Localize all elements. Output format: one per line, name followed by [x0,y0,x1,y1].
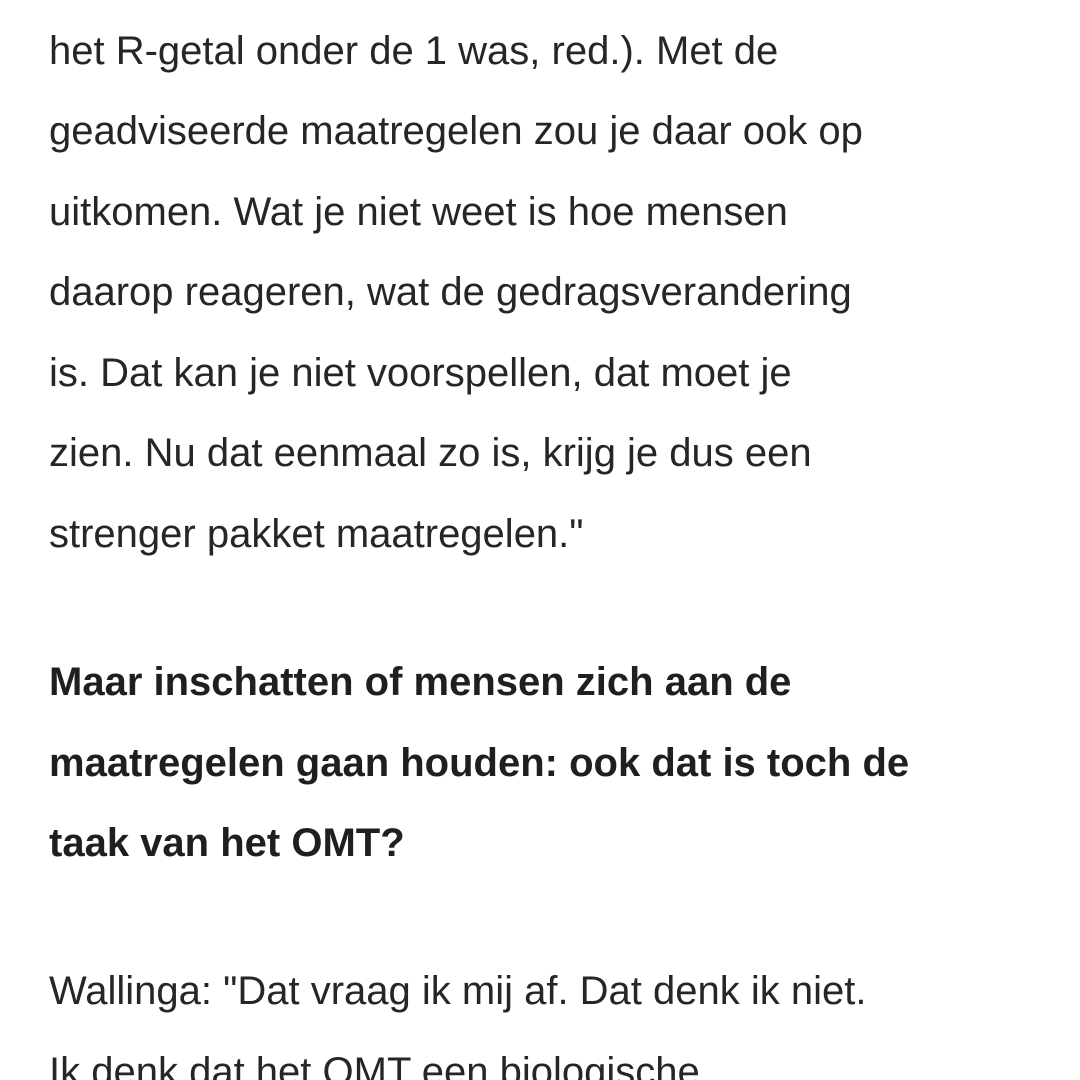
paragraph-line: Wallinga: "Dat vraag ik mij af. Dat denk… [49,969,867,1013]
paragraph-line: geadviseerde maatregelen zou je daar ook… [49,109,863,153]
interview-question-line: maatregelen gaan houden: ook dat is toch… [49,741,910,785]
paragraph-line: strenger pakket maatregelen." [49,512,584,556]
paragraph-line: uitkomen. Wat je niet weet is hoe mensen [49,190,788,234]
interview-question-line: taak van het OMT? [49,821,405,865]
paragraph-line: Ik denk dat het OMT een biologische [49,1050,700,1080]
paragraph-line: zien. Nu dat eenmaal zo is, krijg je dus… [49,431,812,475]
paragraph-line: het R-getal onder de 1 was, red.). Met d… [49,29,779,73]
interview-question-line: Maar inschatten of mensen zich aan de [49,660,792,704]
paragraph-line: daarop reageren, wat de gedragsveranderi… [49,270,852,314]
paragraph-line: is. Dat kan je niet voorspellen, dat moe… [49,351,792,395]
article-body: het R-getal onder de 1 was, red.). Met d… [0,0,1080,1080]
